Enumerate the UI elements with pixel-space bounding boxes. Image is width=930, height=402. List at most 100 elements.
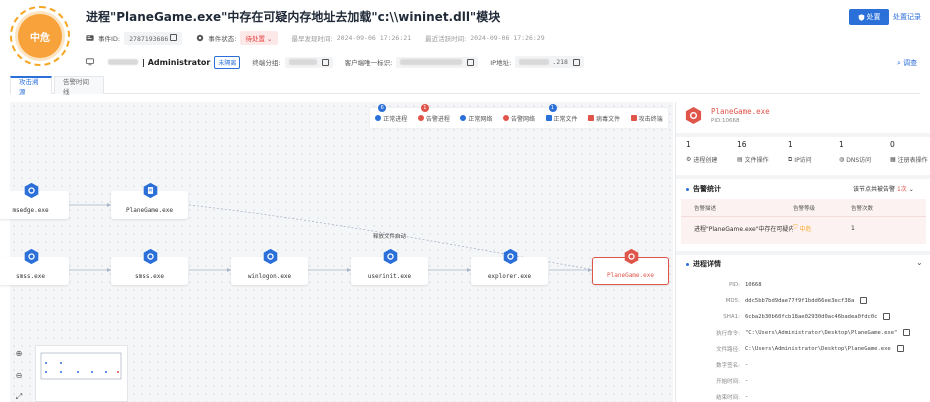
- alert-note-count: 1次: [896, 186, 907, 193]
- stat-num: 0: [890, 140, 895, 149]
- tab-bar: 攻击溯源 告警时间线: [10, 76, 920, 96]
- shield-icon: ⛉: [793, 224, 798, 231]
- divider: [676, 133, 930, 137]
- dispose-button-label: 处置: [866, 13, 881, 21]
- stat-label: DNS访问: [846, 157, 872, 164]
- detail-value: -: [745, 361, 749, 368]
- detail-row: SHA1: 6cba2b30b60fcb18ae02930d0ac46badea0…: [676, 310, 930, 323]
- client-id-redacted: [400, 59, 463, 65]
- terminal-group-label: 终端分组:: [252, 59, 281, 67]
- detail-value: -: [745, 393, 749, 400]
- detail-key: MD5:: [725, 297, 740, 304]
- id-card-icon: [86, 35, 94, 41]
- chevron-down-icon: ⌄: [267, 35, 273, 43]
- terminal-group-redacted: [288, 59, 317, 65]
- edge-label: 释放文件启动: [373, 234, 407, 240]
- col-level: 告警等级: [793, 205, 816, 212]
- last-active-label: 最近活跃时间:: [425, 35, 467, 43]
- stat-label-row: ▦ 注册表操作: [890, 155, 930, 164]
- network-icon: ⧉: [788, 155, 793, 163]
- chevron-down-icon[interactable]: ⌄: [916, 258, 923, 267]
- chevron-down-icon[interactable]: ⌄: [909, 186, 914, 193]
- search-icon: ⌕: [897, 59, 901, 67]
- detail-row: PID: 10668: [676, 278, 930, 291]
- divider: [676, 175, 930, 179]
- detail-value: -: [745, 377, 749, 384]
- detail-value-wrap: 6cba2b30b60fcb18ae02930d0ac46badea0fdc0c: [745, 313, 891, 320]
- globe-icon: ◍: [839, 156, 845, 163]
- copy-icon[interactable]: [467, 58, 475, 66]
- copy-icon[interactable]: [572, 58, 580, 66]
- status-dropdown[interactable]: 待处置 ⌄: [240, 31, 278, 45]
- client-id-label: 客户端唯一标识:: [344, 59, 393, 67]
- stat-num: 1: [686, 140, 691, 149]
- host-name-redacted: [108, 59, 138, 65]
- process-icon: [503, 248, 518, 265]
- isolation-tag: 未隔离: [214, 55, 241, 69]
- minimap[interactable]: [35, 345, 128, 402]
- detail-key: 开始时间:: [716, 378, 740, 385]
- zoom-toolbar: ⊕ ⊖ ⤢: [13, 347, 25, 402]
- process-pid: PID:10668: [711, 118, 740, 124]
- zoom-out-icon[interactable]: ⊖: [13, 369, 25, 381]
- shield-icon: [858, 13, 864, 21]
- copy-icon[interactable]: [860, 297, 868, 304]
- process-name: PlaneGame.exe: [711, 107, 770, 116]
- node-label: msedge.exe: [12, 207, 49, 214]
- process-details-title: 进程详情: [686, 259, 721, 269]
- attack-graph-canvas[interactable]: 正常进程 6 告警进程 1 正常网络 告警网络 正常文件 1 病毒文件 攻击终端 释放文件启动 m…: [0, 102, 673, 402]
- detail-value: 6cba2b30b60fcb18ae02930d0ac46badea0fdc0c: [745, 313, 878, 320]
- stat-dns-access[interactable]: 1 ◍ DNS访问: [829, 140, 880, 175]
- stat-process-create[interactable]: 1 ⚙ 进程创建: [676, 140, 727, 175]
- event-meta-row: 事件ID: 2787193686 事件状态: 待处置 ⌄ 最早发现时间: 202…: [86, 31, 545, 45]
- event-id-label: 事件ID:: [98, 35, 121, 43]
- alert-table-header: 告警描述 告警等级 告警次数: [681, 199, 926, 217]
- alert-process-icon: [624, 248, 639, 265]
- ip-redacted: [519, 59, 550, 65]
- node-label: PlaneGame.exe: [607, 272, 654, 279]
- copy-icon[interactable]: [883, 313, 891, 320]
- stat-registry-ops[interactable]: 0 ▦ 注册表操作: [880, 140, 930, 175]
- history-link[interactable]: 处置记录: [893, 12, 921, 22]
- col-desc: 告警描述: [694, 205, 717, 212]
- host-row: | Administrator 未隔离 终端分组: 客户端唯一标识: IP地址:…: [86, 55, 584, 69]
- host-user: | Administrator: [142, 57, 211, 67]
- investigate-link[interactable]: ⌕ 调查: [897, 58, 917, 68]
- stat-file-ops[interactable]: 16 ▤ 文件操作: [727, 140, 778, 175]
- event-id-text: 2787193686: [129, 34, 169, 43]
- stat-num: 16: [737, 140, 747, 149]
- dispose-button[interactable]: 处置: [849, 9, 889, 25]
- status-label: 事件状态:: [208, 35, 237, 43]
- first-found-label: 最早发现时间:: [291, 35, 333, 43]
- ip-label: IP地址:: [490, 59, 512, 67]
- tab-alert-timeline[interactable]: 告警时间线: [54, 76, 104, 96]
- zoom-in-icon[interactable]: ⊕: [13, 347, 25, 359]
- copy-icon[interactable]: [170, 33, 178, 41]
- detail-value: "C:\Users\Administrator\Desktop\PlaneGam…: [745, 329, 898, 336]
- stat-ip-access[interactable]: 1 ⧉ IP访问: [778, 140, 829, 175]
- copy-icon[interactable]: [903, 329, 911, 336]
- detail-key: PID:: [728, 281, 740, 288]
- node-label: userinit.exe: [367, 273, 412, 280]
- alert-table: 告警描述 告警等级 告警次数 进程"PlaneGame.exe"中存在可疑内..…: [681, 199, 926, 244]
- stat-label: IP访问: [794, 157, 812, 164]
- copy-icon[interactable]: [321, 58, 329, 66]
- tab-attack-trace[interactable]: 攻击溯源: [10, 76, 52, 96]
- stat-num: 1: [788, 140, 793, 149]
- first-found-value: 2024-09-06 17:26:21: [336, 34, 412, 42]
- detail-key: 结束时间:: [716, 394, 740, 401]
- alert-level: ⛉ 中危: [793, 224, 851, 233]
- node-label: winlogon.exe: [247, 273, 292, 280]
- table-row[interactable]: 进程"PlaneGame.exe"中存在可疑内... ⛉ 中危 1: [681, 217, 926, 239]
- detail-value-wrap: C:\Users\Administrator\Desktop\PlaneGame…: [745, 345, 904, 352]
- copy-icon[interactable]: [896, 345, 904, 352]
- detail-row: 结束时间: -: [676, 390, 930, 402]
- status-value: 待处置: [245, 35, 265, 43]
- stat-label-row: ⧉ IP访问: [788, 155, 829, 165]
- fit-screen-icon[interactable]: ⤢: [13, 391, 25, 402]
- process-icon: [24, 182, 39, 199]
- process-icon: [383, 248, 398, 265]
- last-active-value: 2024-09-06 17:26:29: [470, 34, 545, 42]
- detail-value: C:\Users\Administrator\Desktop\PlaneGame…: [745, 345, 891, 352]
- node-label: explorer.exe: [487, 273, 532, 280]
